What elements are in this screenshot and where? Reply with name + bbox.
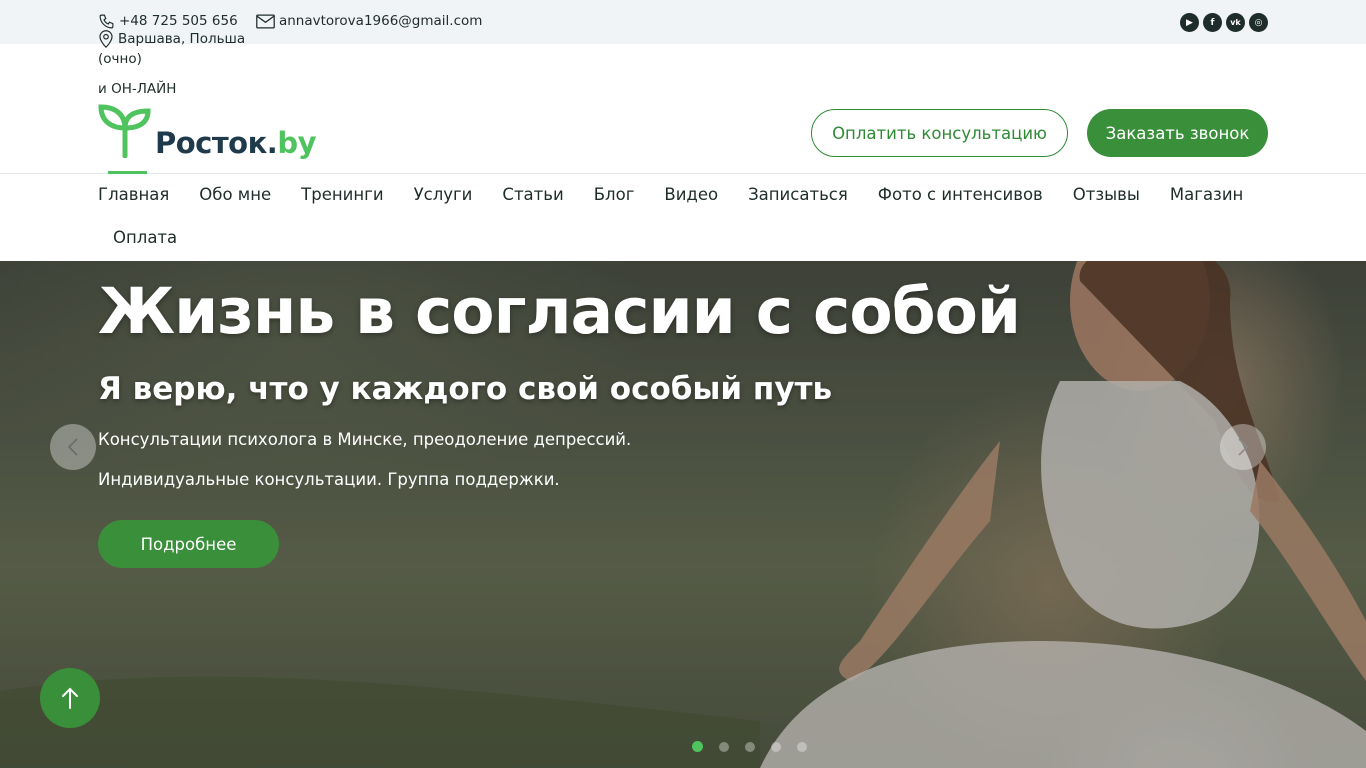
phone-link[interactable]: +48 725 505 656 bbox=[98, 12, 238, 30]
pay-consultation-button[interactable]: Оплатить консультацию bbox=[811, 109, 1068, 157]
phone-icon bbox=[99, 14, 114, 28]
logo-main-text: Росток. bbox=[155, 126, 278, 160]
slider-dot[interactable] bbox=[771, 741, 781, 752]
scroll-to-top-button[interactable] bbox=[40, 668, 100, 728]
nav-item-video[interactable]: Видео bbox=[664, 185, 718, 204]
slider-dot[interactable] bbox=[719, 741, 729, 752]
main-nav: Главная Обо мне Тренинги Услуги Статьи Б… bbox=[98, 174, 1278, 259]
site-logo[interactable]: Росток.by bbox=[98, 104, 318, 164]
top-bar: +48 725 505 656 annavtorova1966@gmail.co… bbox=[0, 0, 1366, 97]
nav-item-about[interactable]: Обо мне bbox=[199, 185, 271, 204]
slider-dot[interactable] bbox=[692, 741, 703, 752]
instagram-icon[interactable]: ◎ bbox=[1249, 13, 1268, 32]
slider-dot[interactable] bbox=[745, 741, 755, 752]
social-links: ▶ f vk ◎ bbox=[1180, 13, 1268, 32]
location-note-1: (очно) bbox=[98, 51, 142, 67]
email-address[interactable]: annavtorova1966@gmail.com bbox=[279, 12, 482, 30]
location: Варшава, Польша bbox=[98, 30, 245, 48]
chevron-right-icon bbox=[1238, 438, 1249, 456]
nav-row: Главная Обо мне Тренинги Услуги Статьи Б… bbox=[98, 174, 1278, 215]
logo-text: Росток.by bbox=[155, 126, 316, 160]
order-call-button[interactable]: Заказать звонок bbox=[1087, 109, 1268, 157]
hero-title: Жизнь в согласии с собой bbox=[98, 275, 1021, 348]
nav-item-payment[interactable]: Оплата bbox=[113, 228, 177, 247]
slider-dots bbox=[692, 741, 807, 752]
hero-subtitle: Я верю, что у каждого свой особый путь bbox=[98, 371, 833, 407]
contacts: +48 725 505 656 annavtorova1966@gmail.co… bbox=[98, 12, 658, 98]
mail-icon bbox=[256, 14, 275, 28]
nav-item-home[interactable]: Главная bbox=[98, 185, 169, 204]
nav-item-trainings[interactable]: Тренинги bbox=[301, 185, 383, 204]
nav-item-services[interactable]: Услуги bbox=[414, 185, 473, 204]
nav-row: Оплата bbox=[98, 215, 1278, 259]
more-button[interactable]: Подробнее bbox=[98, 520, 279, 568]
hero-text-line-2: Индивидуальные консультации. Группа подд… bbox=[98, 470, 560, 489]
arrow-up-icon bbox=[62, 687, 78, 709]
slider-next-button[interactable] bbox=[1220, 424, 1266, 470]
nav-item-blog[interactable]: Блог bbox=[594, 185, 635, 204]
facebook-icon[interactable]: f bbox=[1203, 13, 1222, 32]
hero-text-line-1: Консультации психолога в Минске, преодол… bbox=[98, 430, 632, 449]
location-pin-icon bbox=[99, 30, 113, 48]
nav-item-articles[interactable]: Статьи bbox=[502, 185, 563, 204]
location-text: Варшава, Польша bbox=[118, 31, 246, 47]
slider-dot[interactable] bbox=[797, 741, 807, 752]
location-note-2: и ОН-ЛАЙН bbox=[98, 81, 177, 97]
hero-slider: Жизнь в согласии с собой Я верю, что у к… bbox=[0, 261, 1366, 768]
nav-item-reviews[interactable]: Отзывы bbox=[1073, 185, 1140, 204]
vk-icon[interactable]: vk bbox=[1226, 13, 1245, 32]
slider-prev-button[interactable] bbox=[50, 424, 96, 470]
nav-item-shop[interactable]: Магазин bbox=[1170, 185, 1243, 204]
nav-item-photos[interactable]: Фото с интенсивов bbox=[878, 185, 1043, 204]
chevron-left-icon bbox=[67, 438, 78, 456]
phone-number[interactable]: +48 725 505 656 bbox=[119, 12, 238, 30]
sprout-logo-icon bbox=[98, 104, 151, 158]
nav-item-signup[interactable]: Записаться bbox=[748, 185, 848, 204]
youtube-icon[interactable]: ▶ bbox=[1180, 13, 1199, 32]
logo-domain-text: by bbox=[277, 126, 316, 160]
email-link[interactable]: annavtorova1966@gmail.com bbox=[256, 12, 482, 30]
